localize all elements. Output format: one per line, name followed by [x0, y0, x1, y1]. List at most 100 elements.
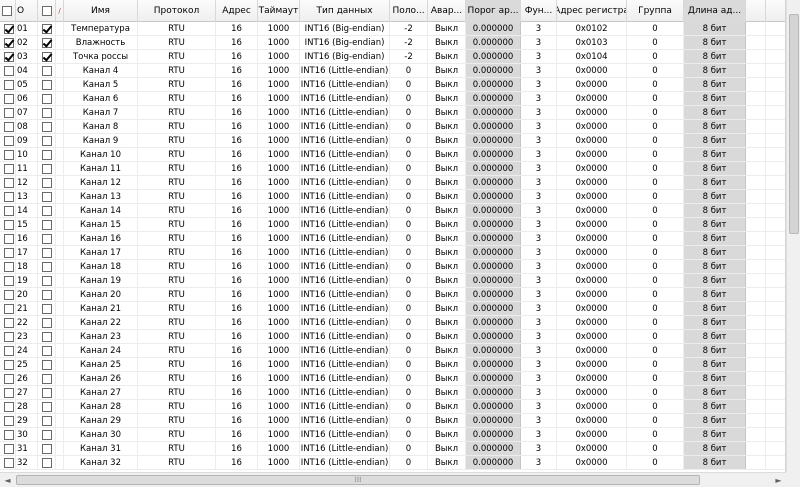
alarm-threshold-cell[interactable]: 0.000000 [466, 372, 521, 385]
position-cell[interactable]: 0 [390, 190, 428, 203]
function-cell[interactable]: 3 [521, 78, 557, 91]
timeout-cell[interactable]: 1000 [258, 218, 300, 231]
column-header-alarm[interactable]: Авар... [428, 0, 466, 22]
data-type-cell[interactable]: INT16 (Little-endian) [300, 288, 390, 301]
table-row[interactable]: 19 Канал 19 RTU 16 1000 INT16 (Little-endian)… [0, 274, 785, 288]
position-cell[interactable]: 0 [390, 330, 428, 343]
channel-name[interactable]: Канал 16 [64, 232, 138, 245]
data-type-cell[interactable]: INT16 (Little-endian) [300, 330, 390, 343]
position-cell[interactable]: 0 [390, 176, 428, 189]
row-enable-checkbox[interactable] [41, 149, 52, 160]
timeout-cell[interactable]: 1000 [258, 456, 300, 469]
channel-name[interactable]: Температура [64, 22, 138, 35]
address-cell[interactable]: 16 [216, 414, 258, 427]
row-select-cell[interactable] [0, 50, 16, 63]
table-row[interactable]: 06 Канал 6 RTU 16 1000 INT16 (Little-endian) 0… [0, 92, 785, 106]
row-select-cell[interactable] [0, 428, 16, 441]
timeout-cell[interactable]: 1000 [258, 120, 300, 133]
channel-number[interactable]: 23 [16, 330, 38, 343]
register-address-cell[interactable]: 0x0000 [557, 288, 627, 301]
register-address-cell[interactable]: 0x0000 [557, 218, 627, 231]
group-cell[interactable]: 0 [627, 400, 684, 413]
length-cell[interactable]: 8 бит [684, 148, 746, 161]
horizontal-scroll-thumb[interactable]: ⁞⁞⁞ [16, 475, 700, 485]
group-cell[interactable]: 0 [627, 78, 684, 91]
table-row[interactable]: 01 Температура RTU 16 1000 INT16 (Big-endian)… [0, 22, 785, 36]
row-select-cell[interactable] [0, 316, 16, 329]
address-cell[interactable]: 16 [216, 358, 258, 371]
length-cell[interactable]: 8 бит [684, 134, 746, 147]
position-cell[interactable]: -2 [390, 22, 428, 35]
register-address-cell[interactable]: 0x0000 [557, 372, 627, 385]
row-select-checkbox[interactable] [4, 93, 14, 104]
alarm-cell[interactable]: Выкл [428, 176, 466, 189]
address-cell[interactable]: 16 [216, 36, 258, 49]
channel-number[interactable]: 22 [16, 316, 38, 329]
row-select-cell[interactable] [0, 64, 16, 77]
table-row[interactable]: 10 Канал 10 RTU 16 1000 INT16 (Little-endian)… [0, 148, 785, 162]
group-cell[interactable]: 0 [627, 22, 684, 35]
row-select-checkbox[interactable] [4, 429, 14, 440]
function-cell[interactable]: 3 [521, 358, 557, 371]
row-enable-cell[interactable] [38, 414, 56, 427]
alarm-threshold-cell[interactable]: 0.000000 [466, 456, 521, 469]
address-cell[interactable]: 16 [216, 344, 258, 357]
protocol-cell[interactable]: RTU [138, 120, 216, 133]
alarm-cell[interactable]: Выкл [428, 274, 466, 287]
timeout-cell[interactable]: 1000 [258, 134, 300, 147]
address-cell[interactable]: 16 [216, 106, 258, 119]
channel-number[interactable]: 17 [16, 246, 38, 259]
function-cell[interactable]: 3 [521, 176, 557, 189]
channel-number[interactable]: 21 [16, 302, 38, 315]
group-cell[interactable]: 0 [627, 106, 684, 119]
protocol-cell[interactable]: RTU [138, 372, 216, 385]
alarm-cell[interactable]: Выкл [428, 36, 466, 49]
channel-name[interactable]: Канал 28 [64, 400, 138, 413]
row-select-checkbox[interactable] [4, 275, 14, 286]
table-row[interactable]: 05 Канал 5 RTU 16 1000 INT16 (Little-endian) 0… [0, 78, 785, 92]
row-select-cell[interactable] [0, 232, 16, 245]
position-cell[interactable]: 0 [390, 64, 428, 77]
alarm-cell[interactable]: Выкл [428, 372, 466, 385]
row-enable-cell[interactable] [38, 134, 56, 147]
address-cell[interactable]: 16 [216, 372, 258, 385]
timeout-cell[interactable]: 1000 [258, 232, 300, 245]
protocol-cell[interactable]: RTU [138, 134, 216, 147]
data-type-cell[interactable]: INT16 (Big-endian) [300, 22, 390, 35]
table-row[interactable]: 16 Канал 16 RTU 16 1000 INT16 (Little-endian)… [0, 232, 785, 246]
protocol-cell[interactable]: RTU [138, 288, 216, 301]
position-cell[interactable]: 0 [390, 428, 428, 441]
function-cell[interactable]: 3 [521, 148, 557, 161]
channel-name[interactable]: Канал 20 [64, 288, 138, 301]
register-address-cell[interactable]: 0x0000 [557, 162, 627, 175]
alarm-cell[interactable]: Выкл [428, 260, 466, 273]
data-type-cell[interactable]: INT16 (Little-endian) [300, 64, 390, 77]
position-cell[interactable]: 0 [390, 302, 428, 315]
table-row[interactable]: 15 Канал 15 RTU 16 1000 INT16 (Little-endian)… [0, 218, 785, 232]
register-address-cell[interactable]: 0x0000 [557, 274, 627, 287]
row-select-checkbox[interactable] [4, 121, 14, 132]
register-address-cell[interactable]: 0x0000 [557, 428, 627, 441]
alarm-threshold-cell[interactable]: 0.000000 [466, 232, 521, 245]
group-cell[interactable]: 0 [627, 64, 684, 77]
data-type-cell[interactable]: INT16 (Little-endian) [300, 204, 390, 217]
column-header-group[interactable]: Группа [627, 0, 684, 22]
channel-number[interactable]: 07 [16, 106, 38, 119]
function-cell[interactable]: 3 [521, 64, 557, 77]
channel-number[interactable]: 25 [16, 358, 38, 371]
position-cell[interactable]: 0 [390, 148, 428, 161]
length-cell[interactable]: 8 бит [684, 120, 746, 133]
timeout-cell[interactable]: 1000 [258, 36, 300, 49]
group-cell[interactable]: 0 [627, 134, 684, 147]
function-cell[interactable]: 3 [521, 22, 557, 35]
protocol-cell[interactable]: RTU [138, 190, 216, 203]
alarm-threshold-cell[interactable]: 0.000000 [466, 218, 521, 231]
column-header-length[interactable]: Длина ад... [684, 0, 746, 22]
address-cell[interactable]: 16 [216, 302, 258, 315]
row-select-cell[interactable] [0, 442, 16, 455]
position-cell[interactable]: 0 [390, 288, 428, 301]
data-type-cell[interactable]: INT16 (Little-endian) [300, 106, 390, 119]
channel-number[interactable]: 13 [16, 190, 38, 203]
channel-name[interactable]: Канал 24 [64, 344, 138, 357]
alarm-threshold-cell[interactable]: 0.000000 [466, 50, 521, 63]
